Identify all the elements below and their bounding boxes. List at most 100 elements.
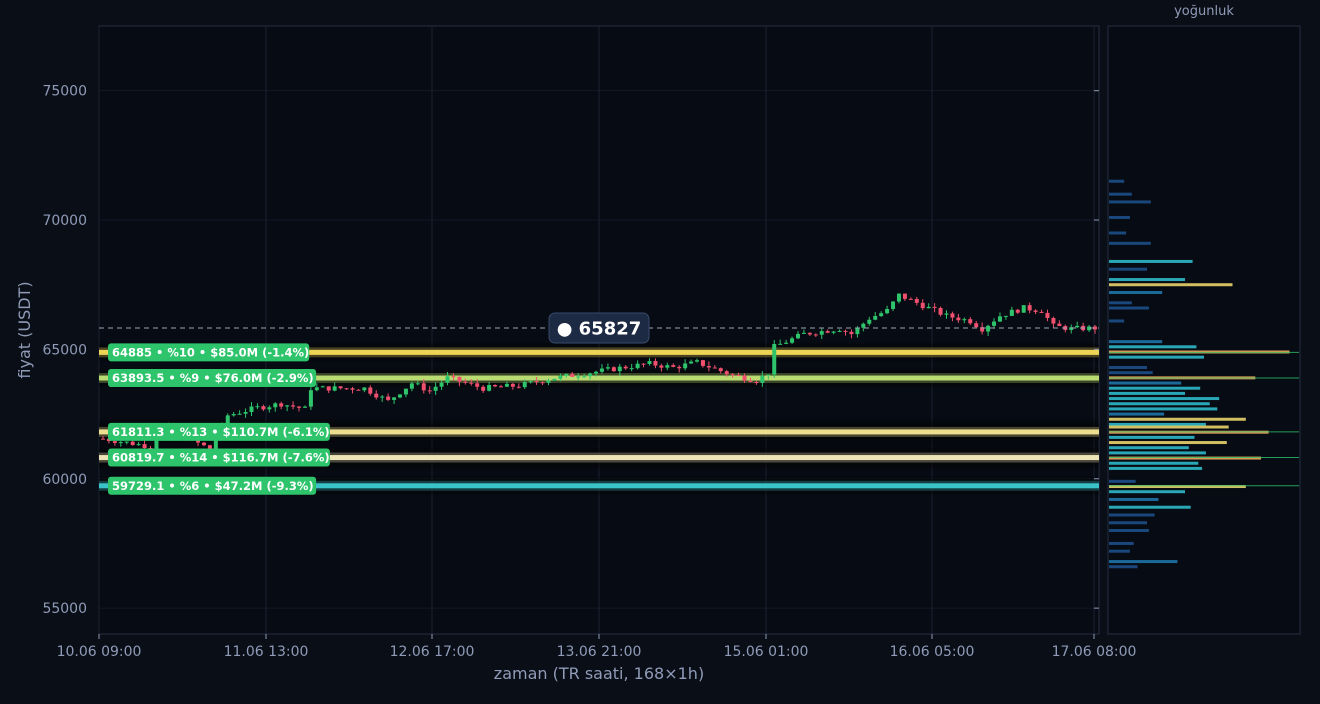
candle-body: [784, 342, 789, 344]
candle-body: [623, 366, 628, 369]
candle-body: [855, 327, 860, 335]
candle-body: [1027, 305, 1032, 311]
candle-body: [582, 376, 587, 378]
candle-body: [920, 302, 925, 309]
candle-body: [534, 381, 539, 383]
candle-body: [522, 382, 527, 388]
density-bar: [1109, 497, 1159, 501]
x-tick-label: 16.06 05:00: [890, 644, 975, 660]
density-bar: [1109, 513, 1155, 517]
y-tick-label: 55000: [42, 601, 87, 617]
current-price-badge: ● 65827: [548, 312, 650, 344]
candle-body: [879, 313, 884, 316]
candle-body: [730, 374, 735, 376]
level-label-text: 61811.3 • %13 • $110.7M (-6.1%): [112, 425, 330, 439]
y-tick-label: 65000: [42, 342, 87, 358]
candle-body: [469, 382, 474, 384]
candle-body: [362, 387, 367, 391]
candle-body: [142, 444, 147, 449]
candle-body: [908, 298, 913, 300]
density-bar: [1109, 435, 1195, 439]
candle-body: [932, 306, 937, 308]
candle-body: [564, 373, 569, 376]
density-bar: [1109, 417, 1246, 421]
candle-body: [736, 374, 741, 376]
y-tick-label: 60000: [42, 472, 87, 488]
candle-body: [647, 361, 652, 365]
candle-body: [831, 331, 836, 333]
candle-body: [605, 367, 610, 369]
candle-body: [1075, 325, 1080, 328]
candle-body: [1039, 311, 1044, 313]
y-axis-label: fiyat (USDT): [15, 281, 34, 378]
candle-body: [813, 334, 818, 336]
candle-body: [950, 313, 955, 318]
density-bar: [1109, 505, 1191, 509]
candle-body: [801, 332, 806, 334]
candle-body: [837, 330, 842, 332]
candle-body: [136, 444, 141, 446]
density-bar: [1109, 283, 1233, 287]
candle-body: [273, 403, 278, 408]
candle-body: [552, 378, 557, 381]
candle-body: [873, 315, 878, 320]
candle-body: [641, 363, 646, 365]
candle-body: [101, 438, 105, 440]
density-bar: [1109, 192, 1132, 196]
candle-body: [528, 381, 533, 383]
candle-body: [986, 325, 991, 332]
candle-body: [285, 405, 290, 407]
density-bar: [1109, 541, 1134, 545]
candle-body: [849, 331, 854, 335]
candle-body: [1015, 309, 1020, 313]
candle-body: [326, 386, 331, 391]
density-bar: [1109, 267, 1147, 271]
candle-body: [112, 441, 117, 444]
candle-body: [338, 386, 343, 389]
density-bar: [1109, 391, 1185, 395]
candle-body: [118, 442, 123, 444]
candle-body: [493, 384, 498, 387]
candle-body: [896, 293, 901, 302]
density-bar: [1109, 412, 1165, 416]
candle-body: [997, 316, 1002, 322]
candle-body: [546, 380, 551, 383]
density-bar: [1109, 241, 1151, 245]
candle-body: [944, 313, 949, 315]
density-bar: [1109, 319, 1125, 323]
density-bar: [1109, 402, 1210, 406]
x-axis: 10.06 09:00 11.06 13:00 12.06 17:00 13.06 2…: [57, 634, 1136, 660]
candle-body: [843, 330, 848, 332]
candle-body: [1021, 305, 1026, 313]
x-tick-label: 11.06 13:00: [224, 644, 309, 660]
density-bar: [1109, 441, 1227, 445]
candle-body: [653, 361, 658, 366]
candle-body: [659, 365, 664, 368]
candle-body: [599, 368, 604, 372]
candle-body: [415, 383, 420, 385]
candle-body: [261, 406, 266, 410]
candle-body: [677, 366, 682, 369]
density-bar: [1109, 397, 1220, 401]
candle-body: [1003, 315, 1008, 317]
candle-body: [409, 383, 414, 389]
candle-body: [962, 319, 967, 321]
candle-body: [433, 386, 438, 391]
candle-body: [926, 306, 931, 309]
density-bar: [1109, 549, 1130, 553]
candle-body: [344, 388, 349, 390]
candle-body: [386, 396, 391, 400]
density-bar: [1109, 529, 1149, 533]
x-tick-label: 12.06 17:00: [390, 644, 475, 660]
candle-body: [718, 368, 723, 372]
candle-body: [819, 331, 824, 335]
density-bar: [1109, 200, 1151, 204]
density-bar: [1109, 301, 1132, 305]
density-bar: [1109, 340, 1163, 344]
candle-body: [475, 383, 480, 387]
density-bar: [1109, 451, 1206, 455]
candle-body: [665, 365, 670, 368]
candle-body: [825, 331, 830, 333]
candle-body: [974, 323, 979, 328]
candle-body: [249, 406, 254, 413]
